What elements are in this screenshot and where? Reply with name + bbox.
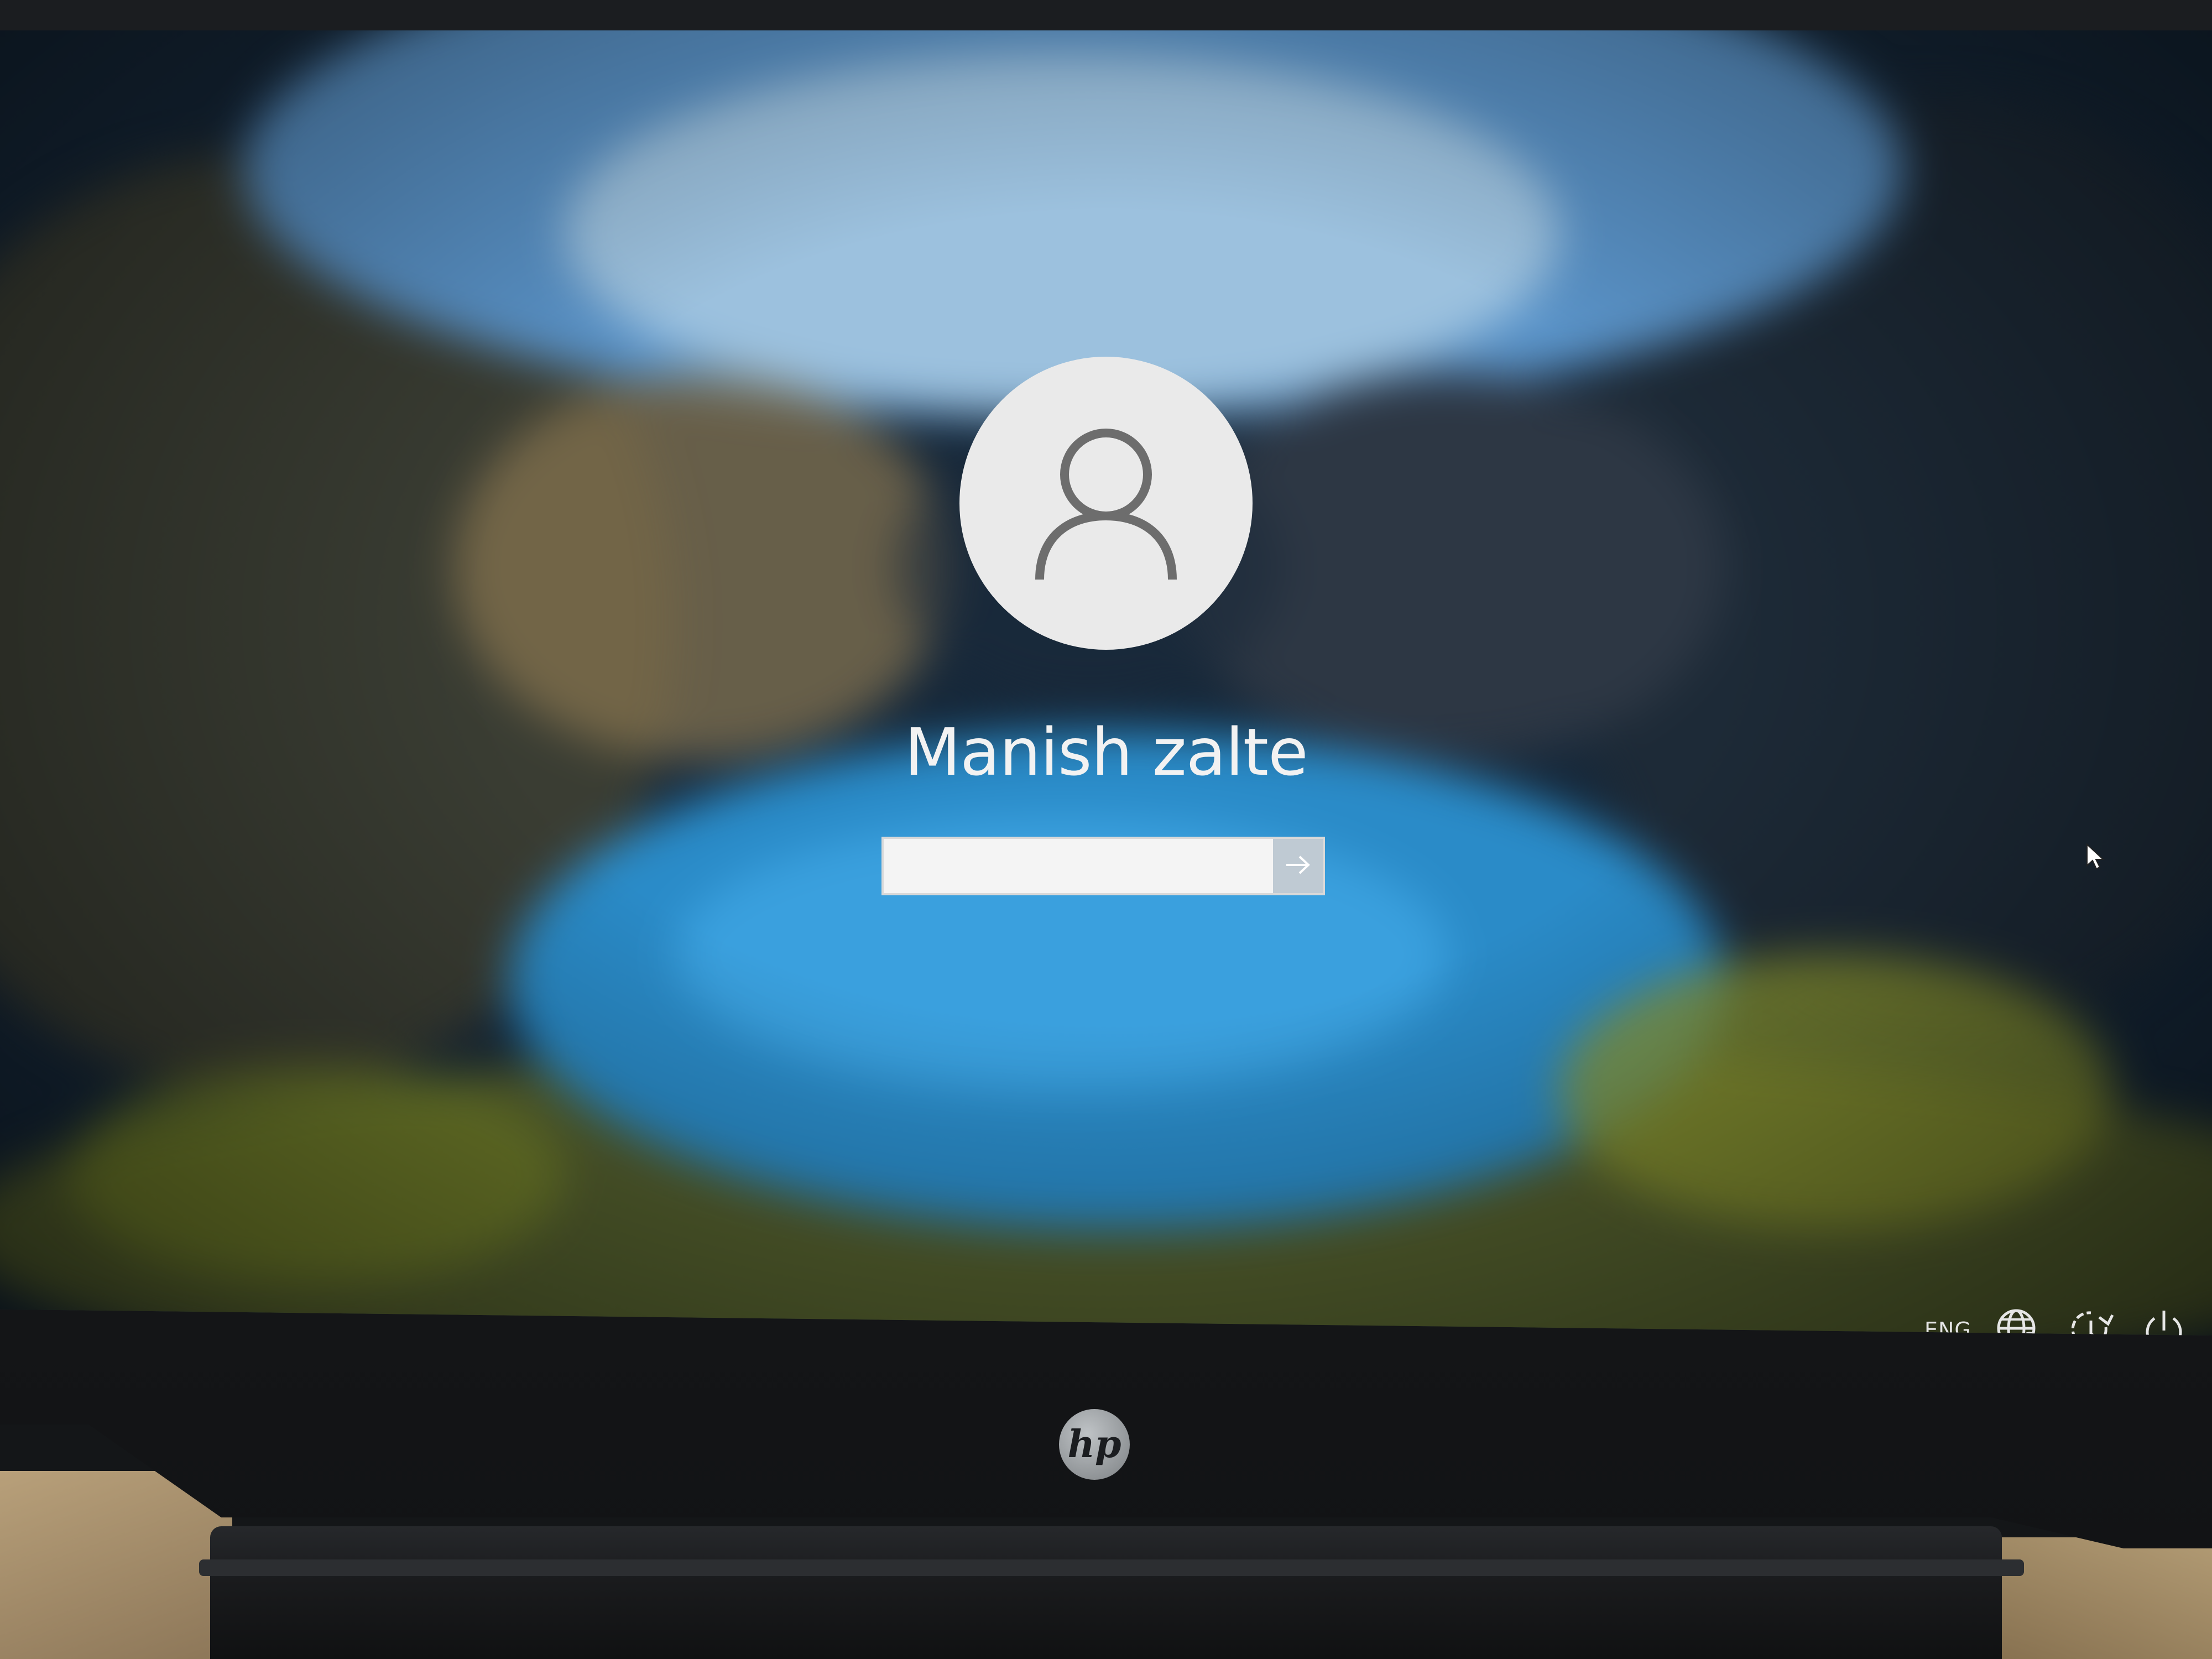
laptop-hinge-edge [199, 1559, 2024, 1576]
user-icon [1031, 422, 1181, 585]
desk-surface-right [1980, 1537, 2212, 1659]
arrow-right-icon [1284, 854, 1312, 878]
mouse-cursor-icon [2086, 843, 2105, 871]
screen-vignette [0, 30, 2212, 1335]
hp-logo: hp [1059, 1409, 1130, 1480]
password-field[interactable] [884, 839, 1273, 893]
password-box [881, 837, 1325, 895]
network-icon[interactable] [1991, 1303, 2044, 1335]
laptop-photo: Manish zalte ENG hp [0, 0, 2212, 1659]
system-tray: ENG [1924, 1302, 2190, 1335]
submit-button[interactable] [1273, 839, 1323, 893]
power-icon[interactable] [2137, 1303, 2190, 1335]
user-avatar [959, 357, 1253, 650]
accessibility-icon[interactable] [2064, 1303, 2117, 1335]
lock-screen: Manish zalte ENG [0, 30, 2212, 1335]
user-name: Manish zalte [904, 714, 1308, 790]
laptop-hinge [210, 1526, 2002, 1659]
